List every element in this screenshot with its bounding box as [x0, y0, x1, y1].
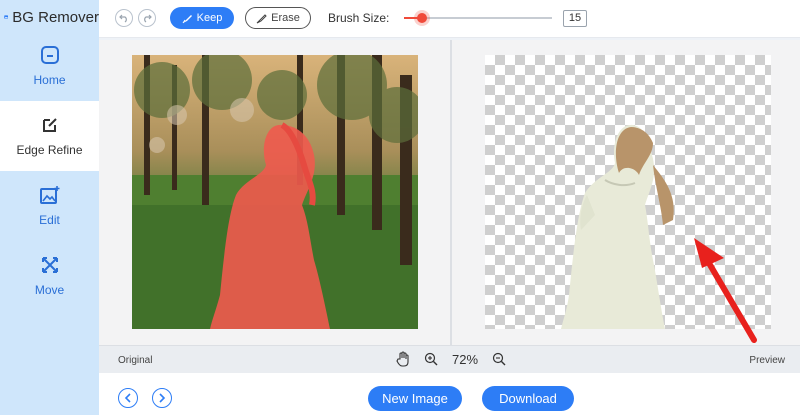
erase-button[interactable]: Erase: [245, 7, 311, 29]
app-title: BG Remover: [12, 8, 99, 26]
chevron-left-icon: [124, 393, 131, 403]
sidebar-item-edit[interactable]: Edit: [0, 171, 99, 241]
edit-icon: [39, 186, 59, 204]
next-button[interactable]: [152, 388, 172, 408]
original-photo: [132, 55, 418, 329]
zoom-controls: 72%: [396, 351, 506, 367]
sidebar-item-home[interactable]: Home: [0, 31, 99, 101]
move-icon: [41, 257, 58, 273]
zoom-percent: 72%: [452, 351, 479, 367]
sidebar-item-label: Edit: [39, 213, 60, 227]
chevron-right-icon: [159, 393, 166, 403]
keep-button[interactable]: Keep: [170, 7, 234, 29]
zoom-in-icon[interactable]: [424, 352, 438, 366]
sidebar-item-label: Edge Refine: [16, 143, 83, 157]
brush-size-value[interactable]: 15: [563, 10, 587, 27]
hand-pan-icon[interactable]: [396, 351, 410, 367]
original-image[interactable]: [132, 55, 418, 329]
sidebar-item-label: Home: [33, 73, 66, 87]
undo-icon: [119, 14, 127, 23]
erase-label: Erase: [271, 12, 300, 24]
top-toolbar: Keep Erase Brush Size: 15: [99, 0, 800, 38]
previous-button[interactable]: [118, 388, 138, 408]
keep-label: Keep: [196, 12, 223, 24]
brush-size-slider-thumb[interactable]: [416, 13, 427, 23]
redo-button[interactable]: [138, 9, 156, 27]
sidebar: BG Remover Home Edge Refine Edit Move: [0, 0, 99, 415]
app-logo-icon: [4, 15, 9, 19]
sidebar-item-label: Move: [34, 283, 65, 297]
edge-refine-icon: [42, 118, 57, 132]
sidebar-item-edge-refine[interactable]: Edge Refine: [0, 101, 99, 171]
zoom-out-icon[interactable]: [492, 352, 506, 366]
home-icon: [40, 46, 59, 64]
app-brand: BG Remover: [0, 0, 99, 34]
brush-size-slider[interactable]: [404, 13, 552, 23]
erase-brush-icon: [256, 13, 267, 23]
new-image-button[interactable]: New Image: [368, 386, 462, 411]
sidebar-item-move[interactable]: Move: [0, 241, 99, 311]
view-info-bar: Original 72% Preview: [99, 345, 800, 373]
brush-size-label: Brush Size:: [328, 11, 390, 25]
footer-bar: New Image Download: [99, 373, 800, 415]
download-button[interactable]: Download: [482, 386, 574, 411]
redo-icon: [144, 14, 152, 23]
annotation-arrow-icon: [694, 238, 757, 343]
keep-brush-icon: [182, 14, 192, 23]
original-label: Original: [118, 355, 153, 366]
preview-label: Preview: [749, 355, 785, 366]
undo-button[interactable]: [115, 9, 133, 27]
original-panel: [99, 40, 450, 345]
